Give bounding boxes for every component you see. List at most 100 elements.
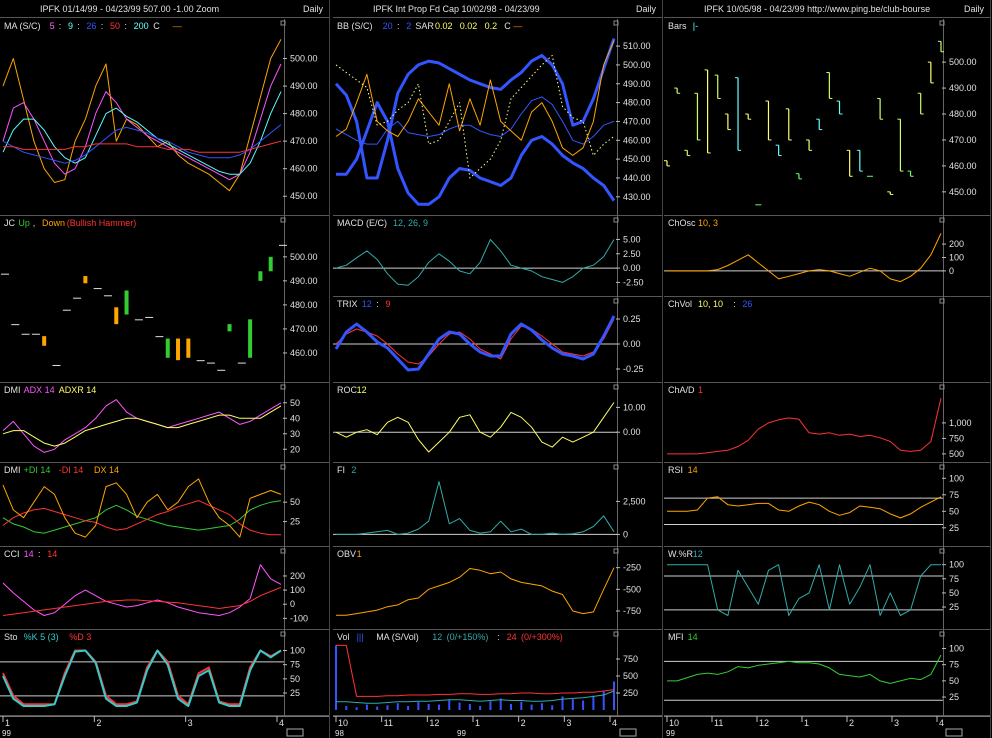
legend-entry: 12, 26, 9 xyxy=(393,218,428,228)
panel-trix: -0.25 0.00 0.25 TRIX 12:9 xyxy=(333,297,662,383)
y-tick-label: 0.00 xyxy=(623,263,641,273)
scroll-button xyxy=(945,728,963,737)
x-tick-label: 12 xyxy=(759,718,769,728)
series-line-1 xyxy=(2,399,282,453)
y-tick-label: 490.00 xyxy=(290,81,318,91)
x-tick-label: 3 xyxy=(894,718,899,728)
y-tick-label: 0.00 xyxy=(623,427,641,437)
legend-entry: |- xyxy=(693,21,698,31)
legend-entry: W.%R xyxy=(668,549,694,559)
series-line-2 xyxy=(2,63,282,181)
legend-entry: DMI xyxy=(4,465,21,475)
series-line-1 xyxy=(336,644,615,697)
series-line-2 xyxy=(2,586,282,616)
y-tick-label: -2.50 xyxy=(623,277,644,287)
y-tick-label: 500.00 xyxy=(623,60,651,70)
legend-entry: , xyxy=(33,218,36,228)
legend-entry: MACD (E/C) xyxy=(337,218,387,228)
volume-bar xyxy=(386,705,389,710)
volume-bar xyxy=(355,707,358,710)
legend-entry: 2 xyxy=(351,465,356,475)
legend-entry: MA (S/C) xyxy=(4,21,41,31)
y-tick-label: 480.00 xyxy=(623,98,651,108)
y-tick-label: 25 xyxy=(949,692,959,702)
y-tick-label: 30 xyxy=(290,429,300,439)
y-tick-label: 0.00 xyxy=(623,339,641,349)
volume-bar xyxy=(396,703,399,710)
candle xyxy=(1,273,9,275)
x-year-label: 99 xyxy=(666,729,675,738)
y-tick-label: 500 xyxy=(623,671,638,681)
panel-fi: 0 2,500 FI 2 xyxy=(333,463,662,547)
legend-entry: (0/+150%) xyxy=(447,632,489,642)
panel-sto: 25 50 75 100 Sto %K 5 (3) %D 3 xyxy=(0,630,329,716)
legend-entry: 5 xyxy=(50,21,55,31)
x-year-label-2: 99 xyxy=(457,729,466,738)
x-tick-label: 2 xyxy=(849,718,854,728)
y-tick-label: 500.00 xyxy=(949,57,977,67)
y-tick-label: 75 xyxy=(949,490,959,500)
y-tick-label: 50 xyxy=(290,674,300,684)
candle xyxy=(176,338,181,361)
volume-bar xyxy=(551,705,554,710)
legend-entry: DX 14 xyxy=(94,465,119,475)
y-tick-label: 250 xyxy=(623,688,638,698)
y-tick-label: 500.00 xyxy=(290,54,318,64)
y-tick-label: 490.00 xyxy=(623,79,651,89)
y-tick-label: 450.00 xyxy=(949,187,977,197)
candle xyxy=(124,290,129,315)
period-label: Daily xyxy=(636,4,657,14)
y-tick-label: 25 xyxy=(290,688,300,698)
candle xyxy=(83,276,88,284)
legend-entry: : xyxy=(376,299,379,309)
panel-roc: 0.00 10.00 ROC 12 xyxy=(333,383,662,463)
y-tick-label: 50 xyxy=(290,497,300,507)
y-tick-label: -250 xyxy=(623,563,641,573)
panel-obv: -750 -500 -250 OBV 1 xyxy=(333,547,662,630)
y-tick-label: -750 xyxy=(623,606,641,616)
chart-column-2: IPFK Int Prop Fd Cap 10/02/98 - 04/23/99… xyxy=(333,0,663,738)
chart-canvas: IPFK 01/14/99 - 04/23/99 507.00 -1.00 Zo… xyxy=(0,0,991,738)
series-line-4 xyxy=(335,40,615,156)
y-tick-label: 750 xyxy=(623,654,638,664)
candle xyxy=(268,256,273,272)
legend-entry: OBV xyxy=(337,549,356,559)
legend-entry: 50 xyxy=(110,21,120,31)
y-tick-label: 25 xyxy=(949,523,959,533)
x-tick-label: 2 xyxy=(96,718,101,728)
y-tick-label: 50 xyxy=(290,398,300,408)
legend-entry: : xyxy=(77,21,80,31)
legend-entry: ||| xyxy=(357,632,364,642)
x-tick-label: 10 xyxy=(669,718,679,728)
legend-entry: — xyxy=(173,21,182,31)
y-tick-label: 2.50 xyxy=(623,249,641,259)
legend-entry: TRIX xyxy=(337,299,358,309)
y-tick-label: 50 xyxy=(949,588,959,598)
candle xyxy=(196,360,205,362)
volume-bar xyxy=(571,699,574,710)
candle xyxy=(134,319,143,321)
y-tick-label: 5.00 xyxy=(623,234,641,244)
y-tick-label: 1,000 xyxy=(949,418,972,428)
legend-entry: 10, 10 xyxy=(698,299,723,309)
candle xyxy=(114,307,119,325)
candle xyxy=(206,362,215,364)
series-line-1 xyxy=(334,38,616,180)
panel-macd: -2.50 0.00 2.50 5.00 MACD (E/C) 12, 26, 9 xyxy=(333,216,662,297)
y-tick-label: 490.00 xyxy=(290,276,318,286)
volume-bar xyxy=(582,700,585,710)
series-line-1 xyxy=(2,564,282,616)
volume-bar xyxy=(345,705,348,710)
chart-column-3: IPFK 10/05/98 - 04/23/99 http://www.ping… xyxy=(664,0,991,738)
y-tick-label: 2,500 xyxy=(623,496,646,506)
panel-chad: 500 750 1,000 ChA/D 1 xyxy=(664,383,990,463)
legend-entry: 26 xyxy=(742,299,752,309)
legend-entry: ChVol xyxy=(668,299,692,309)
panel-wr: 25 50 75 100 W.%R 12 xyxy=(664,547,990,630)
volume-bar xyxy=(520,701,523,710)
legend-entry: 12 xyxy=(357,385,367,395)
y-tick-label: 75 xyxy=(949,574,959,584)
legend-entry: 200 xyxy=(134,21,149,31)
legend-entry: RSI xyxy=(668,465,683,475)
y-tick-label: 450.00 xyxy=(623,154,651,164)
